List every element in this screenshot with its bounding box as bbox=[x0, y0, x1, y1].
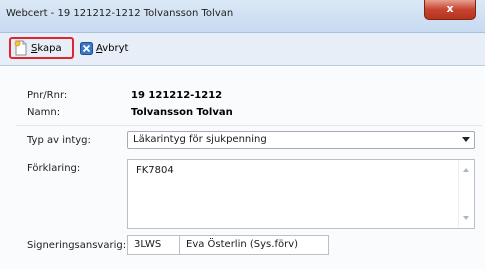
cancel-icon bbox=[80, 41, 93, 55]
dialog-window: Webcert - 19 121212-1212 Tolvansson Tolv… bbox=[0, 0, 485, 269]
explanation-label: Förklaring: bbox=[27, 163, 81, 174]
type-label: Typ av intyg: bbox=[27, 135, 91, 146]
title-bar: Webcert - 19 121212-1212 Tolvansson Tolv… bbox=[0, 0, 485, 33]
explanation-value: FK7804 bbox=[136, 165, 174, 176]
certificate-type-value: Läkarintyg för sjukpenning bbox=[133, 134, 267, 145]
create-label: Skapa bbox=[31, 43, 62, 54]
signer-label: Signeringsansvarig: bbox=[27, 240, 127, 251]
chevron-down-icon bbox=[462, 137, 470, 142]
signer-code-field[interactable]: 3LWS bbox=[127, 235, 180, 255]
cancel-label: Avbryt bbox=[96, 43, 128, 54]
textarea-scrollbar[interactable] bbox=[458, 160, 474, 228]
explanation-textarea[interactable]: FK7804 bbox=[127, 159, 475, 229]
name-label: Namn: bbox=[27, 107, 61, 118]
create-label-rest: kapa bbox=[37, 42, 62, 54]
toolbar: Skapa Avbryt bbox=[0, 33, 485, 66]
pnr-label: Pnr/Rnr: bbox=[27, 90, 68, 101]
cancel-label-rest: vbryt bbox=[102, 42, 129, 54]
certificate-type-select[interactable]: Läkarintyg för sjukpenning bbox=[127, 131, 475, 149]
signer-name-field[interactable]: Eva Österlin (Sys.förv) bbox=[179, 235, 329, 255]
divider bbox=[16, 125, 482, 126]
new-document-icon bbox=[14, 40, 27, 56]
signer-name-value: Eva Österlin (Sys.förv) bbox=[186, 239, 299, 250]
name-value: Tolvansson Tolvan bbox=[131, 107, 233, 118]
pnr-value: 19 121212-1212 bbox=[131, 90, 223, 101]
signer-code-value: 3LWS bbox=[134, 239, 162, 250]
create-button[interactable]: Skapa bbox=[9, 37, 74, 59]
window-title: Webcert - 19 121212-1212 Tolvansson Tolv… bbox=[6, 8, 234, 19]
scroll-down-icon[interactable] bbox=[463, 216, 469, 220]
close-button[interactable]: x bbox=[424, 0, 476, 20]
cancel-button[interactable]: Avbryt bbox=[80, 37, 128, 59]
scroll-up-icon[interactable] bbox=[463, 168, 469, 172]
close-icon: x bbox=[446, 2, 454, 15]
